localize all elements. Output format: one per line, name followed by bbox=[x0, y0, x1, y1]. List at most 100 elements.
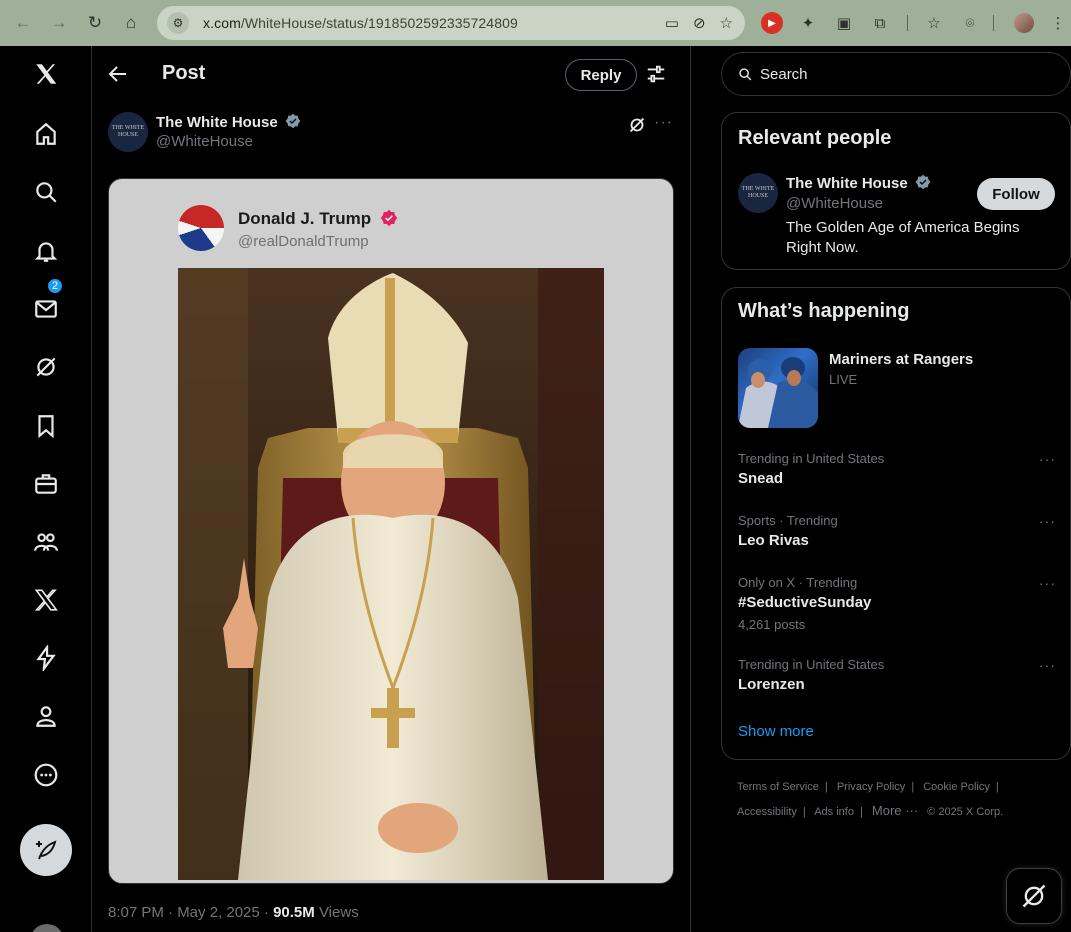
trend-more-icon[interactable]: ··· bbox=[1039, 451, 1056, 467]
compose-post-button[interactable] bbox=[20, 824, 72, 876]
footer-more-link[interactable]: More ··· bbox=[872, 803, 918, 818]
trend-context: Sports · Trending bbox=[738, 513, 838, 528]
verified-orgs-lightning-icon[interactable] bbox=[28, 640, 64, 676]
quoted-user-avatar bbox=[178, 205, 224, 251]
trend-context: Trending in United States bbox=[738, 657, 885, 672]
verified-pink-badge-icon bbox=[380, 209, 398, 227]
trend-context: Trending in United States bbox=[738, 451, 885, 466]
back-icon[interactable]: ← bbox=[8, 8, 38, 38]
profile-icon[interactable] bbox=[28, 698, 64, 734]
youtube-extension-icon[interactable]: ▶ bbox=[758, 8, 786, 38]
home-icon[interactable]: ⌂ bbox=[116, 8, 146, 38]
hide-icon[interactable]: ⊘ bbox=[693, 14, 706, 32]
account-avatar[interactable] bbox=[30, 924, 64, 932]
trend-item[interactable]: Only on X · Trending #SeductiveSunday 4,… bbox=[738, 575, 1056, 632]
show-more-link[interactable]: Show more bbox=[738, 723, 814, 740]
relevant-person-handle[interactable]: @WhiteHouse bbox=[786, 195, 883, 212]
grok-explain-icon[interactable] bbox=[626, 114, 648, 136]
footer-links: Terms of Service | Privacy Policy | Cookie… bbox=[737, 781, 1004, 818]
grok-floating-button[interactable] bbox=[1006, 868, 1062, 924]
cast-icon[interactable]: ▭ bbox=[665, 14, 679, 32]
post-media-image[interactable]: Donald J. Trump @realDonaldTrump bbox=[108, 178, 674, 884]
copyright-text: © 2025 X Corp. bbox=[927, 806, 1004, 818]
window-extension-icon[interactable]: ▣ bbox=[830, 8, 858, 38]
reload-icon[interactable]: ↻ bbox=[80, 8, 110, 38]
trend-name: Leo Rivas bbox=[738, 532, 809, 549]
verified-gray-badge-icon bbox=[285, 113, 301, 129]
browser-menu-icon[interactable]: ⋮ bbox=[1044, 8, 1071, 38]
whats-happening-title: What’s happening bbox=[738, 300, 910, 322]
trend-name: Lorenzen bbox=[738, 676, 805, 693]
author-handle[interactable]: @WhiteHouse bbox=[156, 133, 253, 150]
page-title: Post bbox=[162, 62, 206, 84]
reply-filter-sliders-icon[interactable] bbox=[645, 63, 667, 85]
post-header: Post Reply bbox=[92, 46, 691, 102]
extensions-puzzle-icon[interactable]: ⧉ bbox=[866, 8, 894, 38]
post-more-icon[interactable]: ··· bbox=[654, 114, 676, 136]
premium-x-icon[interactable] bbox=[28, 582, 64, 618]
quoted-user-handle: @realDonaldTrump bbox=[238, 233, 369, 250]
relevant-person-avatar[interactable]: THE WHITE HOUSE bbox=[738, 173, 778, 213]
site-info-icon[interactable]: ⚙ bbox=[167, 12, 189, 34]
trend-name: #SeductiveSunday bbox=[738, 594, 872, 611]
ads-info-link[interactable]: Ads info bbox=[814, 806, 854, 818]
x-logo-icon[interactable] bbox=[28, 56, 64, 92]
url-path: /WhiteHouse/status/1918502592335724809 bbox=[240, 15, 518, 31]
profile-avatar[interactable] bbox=[1010, 8, 1038, 38]
post-author: THE WHITE HOUSE The White House @WhiteHo… bbox=[108, 112, 675, 156]
address-bar[interactable]: ⚙ x.com/WhiteHouse/status/19185025923357… bbox=[157, 6, 745, 40]
privacy-link[interactable]: Privacy Policy bbox=[837, 781, 905, 793]
trend-more-icon[interactable]: ··· bbox=[1039, 513, 1056, 529]
relevant-person-bio: The Golden Age of America Begins Right N… bbox=[786, 219, 1020, 256]
white-house-avatar[interactable]: THE WHITE HOUSE bbox=[108, 112, 148, 152]
bookmarks-icon[interactable] bbox=[28, 408, 64, 444]
back-arrow-icon[interactable] bbox=[106, 62, 130, 86]
messages-envelope-icon[interactable] bbox=[28, 291, 64, 327]
relevant-people-title: Relevant people bbox=[738, 127, 892, 149]
trend-item[interactable]: Trending in United States Snead ··· bbox=[738, 451, 1056, 487]
accessibility-link[interactable]: Accessibility bbox=[737, 806, 797, 818]
event-title[interactable]: Mariners at Rangers bbox=[829, 351, 973, 368]
screenshot-icon[interactable]: ⌾ bbox=[956, 8, 984, 38]
trend-post-count: 4,261 posts bbox=[738, 617, 806, 632]
grok-icon[interactable] bbox=[28, 349, 64, 385]
left-navigation: 2 bbox=[0, 46, 92, 932]
trend-context: Only on X · Trending bbox=[738, 575, 858, 590]
communities-icon[interactable] bbox=[28, 524, 64, 560]
post-timestamp[interactable]: 8:07 PM · May 2, 2025 · 90.5M Views bbox=[108, 904, 359, 921]
cookie-policy-link[interactable]: Cookie Policy bbox=[923, 781, 990, 793]
browser-toolbar: ← → ↻ ⌂ ⚙ x.com/WhiteHouse/status/191850… bbox=[0, 0, 1071, 46]
trend-item[interactable]: Sports · Trending Leo Rivas ··· bbox=[738, 513, 1056, 549]
relevant-people-panel: Relevant people THE WHITE HOUSE The Whit… bbox=[721, 112, 1071, 270]
home-icon[interactable] bbox=[28, 116, 64, 152]
trend-more-icon[interactable]: ··· bbox=[1039, 657, 1056, 673]
author-name[interactable]: The White House bbox=[156, 113, 301, 131]
search-icon bbox=[739, 68, 752, 81]
forward-icon[interactable]: → bbox=[44, 8, 74, 38]
feather-plus-icon bbox=[36, 840, 57, 860]
terms-link[interactable]: Terms of Service bbox=[737, 781, 819, 793]
search-placeholder: Search bbox=[760, 65, 808, 83]
relevant-person-name[interactable]: The White House bbox=[786, 174, 931, 192]
verified-gray-badge-icon bbox=[915, 174, 931, 190]
search-input[interactable]: Search bbox=[721, 52, 1071, 96]
more-options-icon[interactable] bbox=[28, 757, 64, 793]
explore-search-icon[interactable] bbox=[28, 174, 64, 210]
color-extension-icon[interactable]: ✦ bbox=[794, 8, 822, 38]
follow-button[interactable]: Follow bbox=[977, 178, 1055, 210]
event-thumbnail-image[interactable] bbox=[738, 348, 818, 428]
whats-happening-panel: What’s happening Mariners at Rangers LIV… bbox=[721, 287, 1071, 760]
trend-item[interactable]: Trending in United States Lorenzen ··· bbox=[738, 657, 1056, 693]
post-detail-column: Post Reply THE WHITE HOUSE The White Hou… bbox=[92, 46, 691, 932]
event-live-status: LIVE bbox=[829, 372, 858, 387]
reply-button[interactable]: Reply bbox=[565, 59, 637, 91]
trend-more-icon[interactable]: ··· bbox=[1039, 575, 1056, 591]
quoted-user-name: Donald J. Trump bbox=[238, 209, 398, 229]
right-sidebar: Search Relevant people THE WHITE HOUSE T… bbox=[691, 46, 1071, 932]
jobs-briefcase-icon[interactable] bbox=[28, 466, 64, 502]
bookmarks-icon[interactable]: ☆ bbox=[920, 8, 948, 38]
pope-portrait-image bbox=[178, 268, 604, 880]
notifications-bell-icon[interactable] bbox=[28, 233, 64, 269]
url-text[interactable]: x.com/WhiteHouse/status/1918502592335724… bbox=[203, 15, 518, 31]
bookmark-star-icon[interactable]: ☆ bbox=[720, 14, 733, 32]
